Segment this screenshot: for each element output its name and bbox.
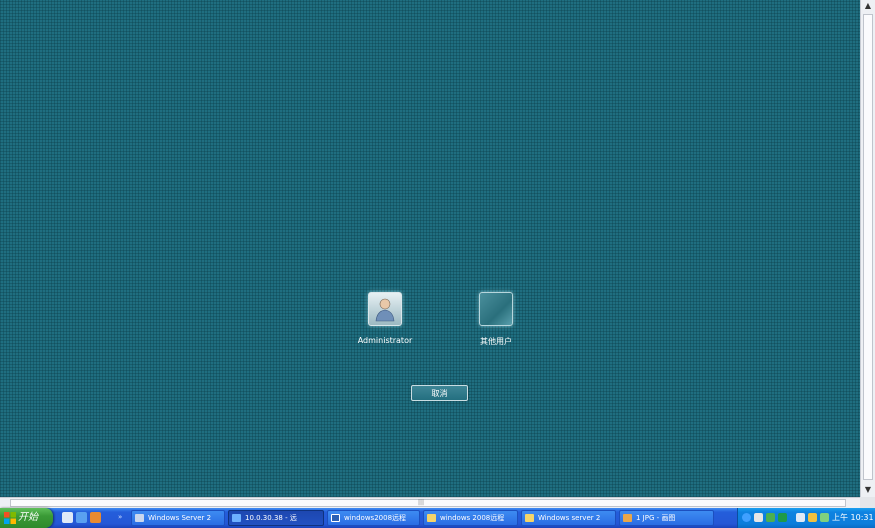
scroll-up-icon[interactable]: ▲ xyxy=(862,0,874,12)
quicklaunch-chevron-icon[interactable]: » xyxy=(118,513,122,521)
window-icon xyxy=(135,514,144,522)
other-user-icon[interactable] xyxy=(479,292,513,326)
taskbar-item-windows-2008[interactable]: windows 2008远程 xyxy=(423,510,518,526)
scrollbar-corner xyxy=(860,497,875,508)
windows-flag-icon xyxy=(4,512,16,524)
user-avatar-frame[interactable] xyxy=(368,292,402,326)
user-name-label: Administrator xyxy=(357,336,413,345)
tray-security-icon[interactable] xyxy=(766,513,775,522)
taskbar: 开始 » Windows Server 2 10.0.30.38 - 远 win… xyxy=(0,508,875,528)
explorer-icon xyxy=(427,514,436,522)
user-name-label: 其他用户 xyxy=(480,337,512,346)
start-label: 开始 xyxy=(18,512,38,523)
explorer-icon xyxy=(525,514,534,522)
show-desktop-icon[interactable] xyxy=(62,512,73,523)
tray-shield-icon[interactable] xyxy=(820,513,829,522)
clock[interactable]: 上午 10:31 xyxy=(832,512,874,523)
vertical-scrollbar[interactable]: ▲ ▼ xyxy=(860,0,875,497)
vertical-scroll-thumb[interactable] xyxy=(863,14,873,480)
taskbar-item-remote-desktop[interactable]: 10.0.30.38 - 远 xyxy=(228,510,324,526)
user-tile-administrator[interactable]: Administrator xyxy=(345,292,425,345)
taskbar-item-paint[interactable]: 1 JPG - 画图 xyxy=(619,510,714,526)
word-doc-icon xyxy=(331,514,340,522)
tray-app-icon[interactable] xyxy=(778,513,787,522)
system-tray: 上午 10:31 xyxy=(737,508,875,528)
taskbar-item-windows-server-2[interactable]: Windows server 2 xyxy=(521,510,616,526)
media-player-icon[interactable] xyxy=(90,512,101,523)
user-avatar-icon xyxy=(375,298,395,322)
tray-expand-icon[interactable] xyxy=(742,513,751,522)
scroll-down-icon[interactable]: ▼ xyxy=(862,484,874,496)
cancel-button[interactable]: 取消 xyxy=(411,385,468,401)
scroll-grip-icon: ||| xyxy=(418,499,425,506)
taskbar-item-word-doc[interactable]: windows2008远程 xyxy=(327,510,420,526)
user-tile-other[interactable]: 其他用户 xyxy=(456,292,536,347)
logon-background: Administrator 其他用户 取消 xyxy=(0,0,860,497)
start-button[interactable]: 开始 xyxy=(0,508,53,528)
tray-monitor-icon[interactable] xyxy=(796,513,805,522)
paint-icon xyxy=(623,514,632,522)
tray-volume-icon[interactable] xyxy=(808,513,817,522)
horizontal-scroll-thumb[interactable] xyxy=(10,499,846,507)
horizontal-scrollbar[interactable]: ||| xyxy=(0,497,860,508)
taskbar-item-windows-server[interactable]: Windows Server 2 xyxy=(131,510,225,526)
ie-icon[interactable] xyxy=(76,512,87,523)
tray-network-icon[interactable] xyxy=(754,513,763,522)
remote-desktop-icon xyxy=(232,514,241,522)
